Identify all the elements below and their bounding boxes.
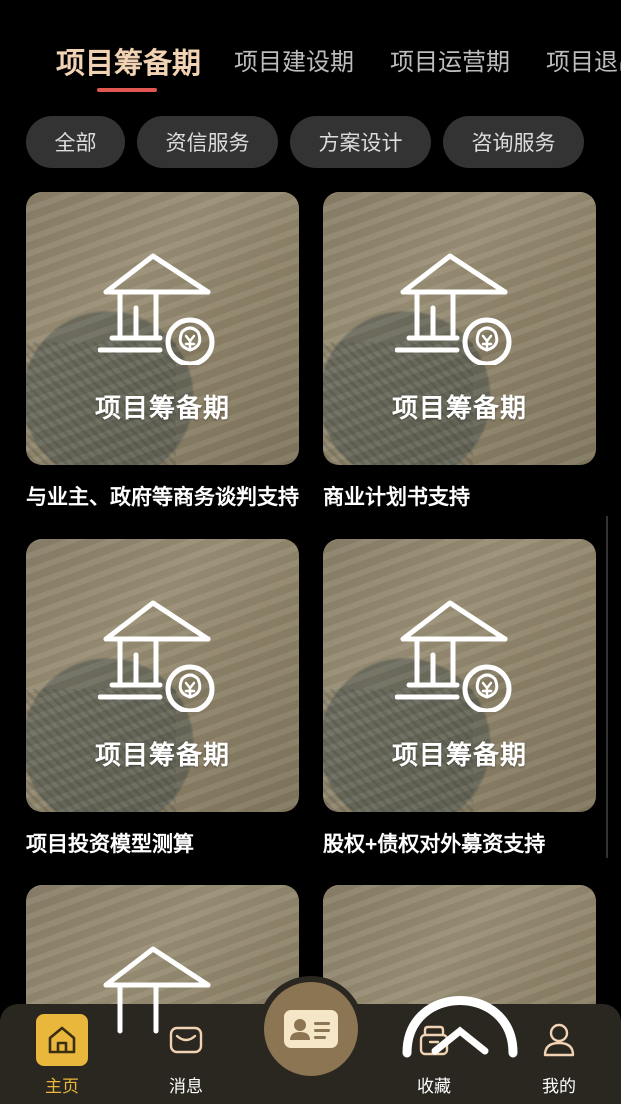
- tab-exit[interactable]: 项目退出期: [546, 42, 621, 77]
- app-screen: 项目筹备期 项目建设期 项目运营期 项目退出期 全部 资信服务 方案设计 咨询服…: [0, 0, 621, 1104]
- nav-mine-label: 我的: [542, 1077, 576, 1096]
- nav-home-label: 主页: [45, 1077, 79, 1096]
- house-money-icon: [98, 600, 215, 712]
- card-title: 股权+债权对外募资支持: [323, 833, 546, 856]
- tab-operation[interactable]: 项目运营期: [390, 42, 510, 77]
- helmet-icon: [402, 996, 518, 1058]
- card-title: 与业主、政府等商务谈判支持: [26, 486, 299, 509]
- user-icon: [533, 1014, 585, 1066]
- card-image-label: 项目筹备期: [391, 740, 527, 770]
- card-title: 商业计划书支持: [323, 486, 470, 509]
- service-card[interactable]: 项目筹备期 商业计划书支持: [323, 192, 596, 511]
- nav-home[interactable]: 主页: [17, 1004, 107, 1104]
- card-image-label: 项目筹备期: [94, 740, 230, 770]
- nav-messages-label: 消息: [169, 1077, 203, 1096]
- card-title: 项目投资模型测算: [26, 833, 194, 856]
- id-card-icon: [264, 982, 358, 1076]
- filter-scheme-design[interactable]: 方案设计: [290, 116, 431, 168]
- card-image: 项目筹备期: [323, 539, 596, 812]
- scrollbar[interactable]: [606, 516, 608, 858]
- nav-mine[interactable]: 我的: [514, 1004, 604, 1104]
- tab-construction[interactable]: 项目建设期: [234, 42, 354, 77]
- center-action-button[interactable]: [258, 976, 364, 1082]
- stage-tabs: 项目筹备期 项目建设期 项目运营期 项目退出期: [0, 0, 621, 100]
- filter-all[interactable]: 全部: [26, 116, 125, 168]
- card-image: 项目筹备期: [323, 192, 596, 465]
- home-icon: [36, 1014, 88, 1066]
- service-card[interactable]: 项目筹备期 项目投资模型测算: [26, 539, 299, 858]
- house-money-icon: [103, 946, 211, 1034]
- card-image: 项目筹备期: [26, 192, 299, 465]
- house-money-icon: [395, 253, 512, 365]
- service-card[interactable]: 项目筹备期 股权+债权对外募资支持: [323, 539, 596, 858]
- house-money-icon: [98, 253, 215, 365]
- card-image: 项目筹备期: [26, 539, 299, 812]
- house-money-icon: [395, 600, 512, 712]
- service-card[interactable]: 项目筹备期 与业主、政府等商务谈判支持: [26, 192, 299, 511]
- filter-credit-service[interactable]: 资信服务: [137, 116, 278, 168]
- nav-favorites-label: 收藏: [417, 1077, 451, 1096]
- card-image-label: 项目筹备期: [94, 393, 230, 423]
- active-tab-indicator: [97, 88, 157, 92]
- card-image-label: 项目筹备期: [391, 393, 527, 423]
- tab-preparation[interactable]: 项目筹备期: [56, 40, 201, 82]
- filter-consulting[interactable]: 咨询服务: [443, 116, 584, 168]
